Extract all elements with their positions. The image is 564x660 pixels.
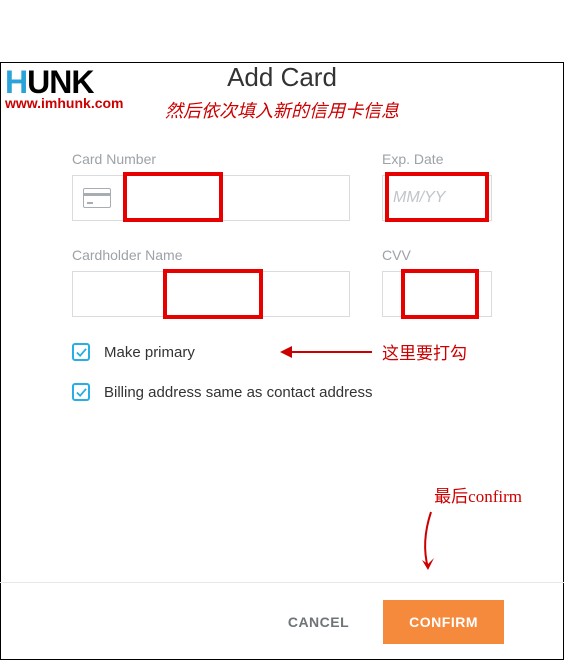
card-number-input[interactable] — [121, 176, 339, 220]
arrow-left-icon — [282, 351, 372, 353]
logo-url: www.imhunk.com — [5, 95, 124, 111]
credit-card-icon — [83, 188, 111, 208]
annotation-confirm-last: 最后confirm — [434, 482, 522, 507]
billing-same-label: Billing address same as contact address — [104, 384, 372, 401]
make-primary-label: Make primary — [104, 344, 195, 361]
field-exp-date: Exp. Date — [382, 151, 492, 221]
cardholder-input[interactable] — [83, 272, 339, 316]
confirm-button[interactable]: CONFIRM — [383, 600, 504, 644]
check-icon — [76, 347, 87, 358]
exp-date-label: Exp. Date — [382, 151, 492, 167]
annotation-check-here: 这里要打勾 — [382, 339, 467, 364]
checkbox-row-billing: Billing address same as contact address — [72, 383, 492, 401]
make-primary-checkbox[interactable] — [72, 343, 90, 361]
cvv-label: CVV — [382, 247, 492, 263]
footer-actions: CANCEL CONFIRM — [0, 582, 564, 660]
field-card-number: Card Number — [72, 151, 350, 221]
checkbox-row-primary: Make primary 这里要打勾 — [72, 343, 492, 361]
cvv-input[interactable] — [393, 272, 481, 316]
exp-date-input-wrap — [382, 175, 492, 221]
card-number-label: Card Number — [72, 151, 350, 167]
check-icon — [76, 387, 87, 398]
cancel-button[interactable]: CANCEL — [288, 614, 349, 630]
card-form: Card Number Exp. Date Cardholder Name CV — [0, 151, 564, 401]
arrow-down-icon — [416, 512, 446, 587]
cardholder-label: Cardholder Name — [72, 247, 350, 263]
field-cvv: CVV — [382, 247, 492, 317]
card-number-input-wrap — [72, 175, 350, 221]
exp-date-input[interactable] — [393, 176, 481, 220]
field-cardholder: Cardholder Name — [72, 247, 350, 317]
billing-same-checkbox[interactable] — [72, 383, 90, 401]
cardholder-input-wrap — [72, 271, 350, 317]
cvv-input-wrap — [382, 271, 492, 317]
logo-block: HUNK www.imhunk.com — [5, 64, 124, 111]
